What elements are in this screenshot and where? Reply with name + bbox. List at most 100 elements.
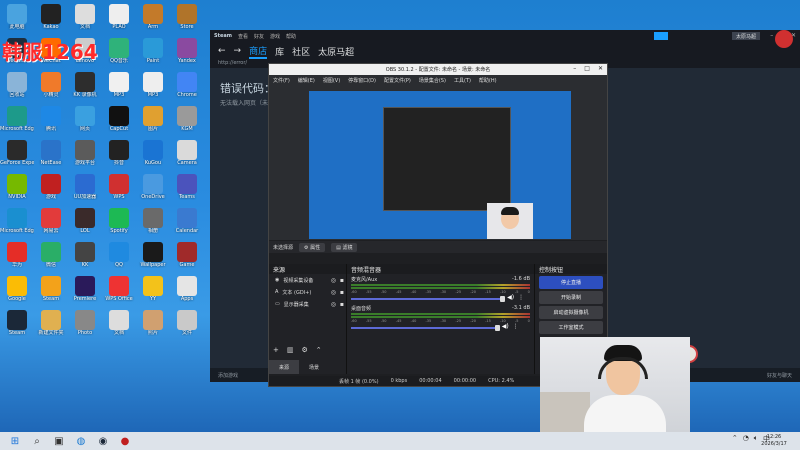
desktop-icon[interactable]: 回收站: [0, 70, 34, 104]
minimize-icon[interactable]: –: [573, 65, 576, 72]
trash-icon[interactable]: ▥: [287, 346, 294, 354]
desktop-icon[interactable]: Steam: [0, 308, 34, 342]
desktop-icon[interactable]: WPS: [102, 172, 136, 206]
more-icon[interactable]: ⋮: [518, 294, 524, 301]
desktop-icon[interactable]: 腾讯: [34, 104, 68, 138]
desktop-icon[interactable]: 新建文件夹: [34, 308, 68, 342]
speaker-icon[interactable]: ◀): [502, 323, 509, 330]
desktop-icon[interactable]: 抖音: [102, 138, 136, 172]
steam-menu-item[interactable]: 好友: [254, 33, 264, 40]
lock-icon[interactable]: ▪: [340, 289, 344, 296]
lock-icon[interactable]: ▪: [340, 301, 344, 308]
desktop-icon[interactable]: MP3: [136, 70, 170, 104]
tab-scenes[interactable]: 场景: [299, 360, 329, 374]
task-view-icon[interactable]: ▣: [52, 434, 66, 448]
menu-edit[interactable]: 编辑(E): [298, 77, 315, 84]
desktop-icon[interactable]: 文档: [102, 308, 136, 342]
desktop-icon[interactable]: Photo: [68, 308, 102, 342]
desktop-icon[interactable]: Apps: [170, 274, 204, 308]
desktop-icon[interactable]: WPS Office: [102, 274, 136, 308]
desktop-icon[interactable]: 游戏平台: [68, 138, 102, 172]
desktop-icon[interactable]: CapCut: [102, 104, 136, 138]
desktop-icon[interactable]: QQ: [102, 240, 136, 274]
desktop-icon[interactable]: Calendar: [170, 206, 204, 240]
desktop-icon[interactable]: QQ音乐: [102, 36, 136, 70]
desktop-icon[interactable]: MP3: [102, 70, 136, 104]
eye-icon[interactable]: ◎: [331, 277, 336, 284]
desktop-icon[interactable]: KK 录像机: [68, 70, 102, 104]
source-item[interactable]: A 文本 (GDI+) ◎ ▪: [269, 286, 346, 298]
chevron-up-icon[interactable]: ⌃: [316, 346, 322, 354]
steam-menu-item[interactable]: 游戏: [270, 33, 280, 40]
desktop-icon[interactable]: OneDrive: [136, 172, 170, 206]
preview-canvas[interactable]: [309, 91, 571, 239]
search-icon[interactable]: ⌕: [30, 434, 44, 448]
desktop-icon[interactable]: 小精灵: [34, 70, 68, 104]
menu-file[interactable]: 文件(F): [273, 77, 290, 84]
stop-streaming-button[interactable]: 停止直播: [539, 276, 603, 289]
steam-menu-item[interactable]: 帮助: [286, 33, 296, 40]
desktop-icon[interactable]: Game: [170, 240, 204, 274]
eye-icon[interactable]: ◎: [331, 301, 336, 308]
desktop-icon[interactable]: 网易云: [34, 206, 68, 240]
app-icon[interactable]: [775, 30, 793, 48]
volume-slider[interactable]: [351, 296, 506, 302]
desktop-icon[interactable]: Kakao: [34, 2, 68, 36]
menu-view[interactable]: 视图(V): [323, 77, 340, 84]
filters-button[interactable]: ▤ 滤镜: [331, 242, 358, 252]
desktop-icon[interactable]: NVIDIA: [0, 172, 34, 206]
desktop-icon[interactable]: Paint: [136, 36, 170, 70]
menu-docks[interactable]: 停靠窗口(D): [348, 77, 376, 84]
nav-profile[interactable]: 太原马超: [318, 45, 354, 58]
steam-icon[interactable]: ◉: [96, 434, 110, 448]
steam-user-menu[interactable]: 太原马超: [731, 32, 760, 40]
desktop-icon[interactable]: Wallpaper: [136, 240, 170, 274]
lock-icon[interactable]: ▪: [340, 277, 344, 284]
desktop-icon[interactable]: 此电脑: [0, 2, 34, 36]
desktop-icon[interactable]: Teams: [170, 172, 204, 206]
menu-help[interactable]: 帮助(H): [479, 77, 497, 84]
close-icon[interactable]: ✕: [598, 65, 603, 72]
windows-start-icon[interactable]: ⊞: [8, 434, 22, 448]
clock[interactable]: 12:26 2026/3/17: [754, 434, 794, 448]
add-game-button[interactable]: 添加游戏: [218, 372, 238, 379]
desktop-icon[interactable]: Google: [0, 274, 34, 308]
desktop-icon[interactable]: GeForce Experience: [0, 138, 34, 172]
desktop-icon[interactable]: Arm: [136, 2, 170, 36]
desktop-icon[interactable]: KuGou: [136, 138, 170, 172]
desktop-icon[interactable]: NetEase: [34, 138, 68, 172]
desktop-icon[interactable]: 微信: [34, 240, 68, 274]
desktop-icon[interactable]: 游戏: [34, 172, 68, 206]
desktop-icon[interactable]: 文件: [170, 308, 204, 342]
desktop-icon[interactable]: 网页: [68, 104, 102, 138]
desktop-icon[interactable]: Spotify: [102, 206, 136, 240]
steam-menu-item[interactable]: 查看: [238, 33, 248, 40]
menu-tools[interactable]: 工具(T): [454, 77, 471, 84]
maximize-icon[interactable]: □: [584, 65, 590, 72]
desktop-icon[interactable]: 相册: [136, 206, 170, 240]
edge-icon[interactable]: ◍: [74, 434, 88, 448]
friends-chat-button[interactable]: 好友与聊天: [767, 372, 792, 379]
menu-scene-collection[interactable]: 场景集合(S): [419, 77, 446, 84]
desktop-icon[interactable]: 文档: [68, 2, 102, 36]
desktop-icon[interactable]: KGM: [170, 104, 204, 138]
volume-knob[interactable]: [500, 296, 506, 302]
chevron-up-icon[interactable]: ⌃: [732, 434, 738, 444]
minimize-icon[interactable]: –: [770, 32, 773, 39]
desktop-icon[interactable]: 照片: [136, 308, 170, 342]
eye-icon[interactable]: ◎: [331, 289, 336, 296]
desktop-icon[interactable]: Premiere: [68, 274, 102, 308]
nav-community[interactable]: 社区: [292, 45, 310, 58]
desktop-icon[interactable]: YY: [136, 274, 170, 308]
announcement-icon[interactable]: [654, 32, 668, 40]
network-icon[interactable]: ◔: [743, 434, 749, 444]
nav-library[interactable]: 库: [275, 45, 284, 58]
forward-arrow-icon[interactable]: →: [234, 46, 242, 56]
obs-icon[interactable]: ●: [118, 434, 132, 448]
menu-profile[interactable]: 配置文件(P): [384, 77, 411, 84]
studio-mode-button[interactable]: 工作室模式: [539, 321, 603, 334]
desktop-icon[interactable]: KK: [68, 240, 102, 274]
desktop-icon[interactable]: Camera: [170, 138, 204, 172]
back-arrow-icon[interactable]: ←: [218, 46, 226, 56]
desktop-icon[interactable]: Chrome: [170, 70, 204, 104]
